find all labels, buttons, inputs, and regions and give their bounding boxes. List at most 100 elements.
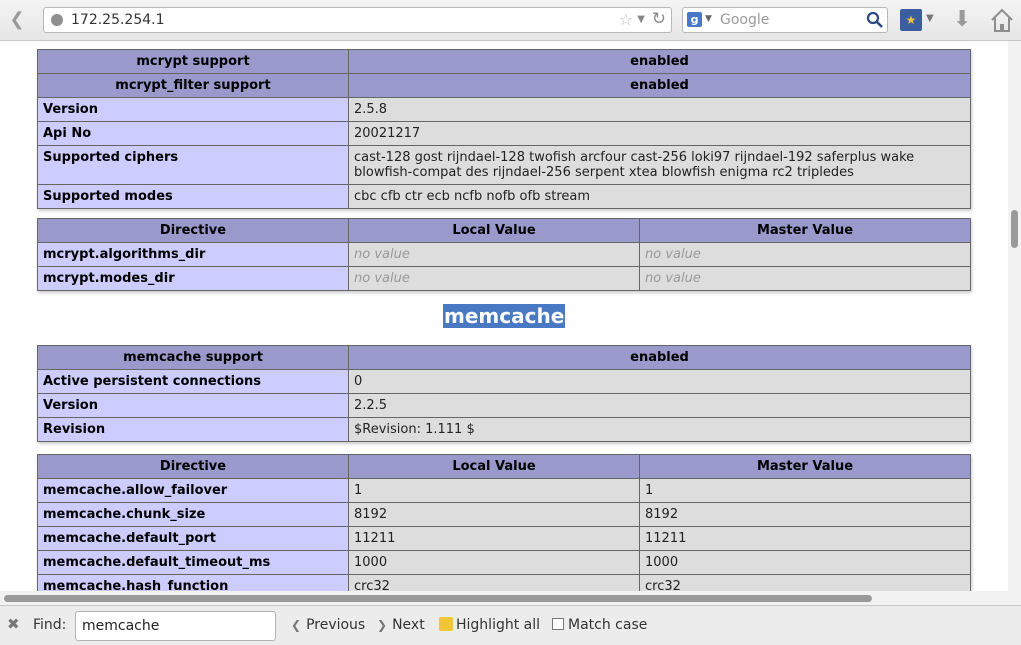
table-row: mcrypt support enabled bbox=[37, 49, 971, 74]
find-label: Find: bbox=[33, 617, 67, 633]
memcache-directive-table: Directive Local Value Master Value memca… bbox=[37, 454, 971, 591]
row-value: $Revision: 1.111 $ bbox=[348, 417, 971, 442]
master-value: 11211 bbox=[639, 526, 971, 551]
row-label: Version bbox=[37, 97, 349, 122]
column-header: Master Value bbox=[639, 454, 971, 479]
table-row: memcache.chunk_size 8192 8192 bbox=[37, 502, 971, 527]
local-value: no value bbox=[348, 266, 640, 291]
directive-name: mcrypt.modes_dir bbox=[37, 266, 349, 291]
row-value: 2.2.5 bbox=[348, 393, 971, 418]
local-value: crc32 bbox=[348, 574, 640, 591]
table-row: mcrypt_filter support enabled bbox=[37, 73, 971, 98]
mcrypt-filter-support-value: enabled bbox=[348, 73, 971, 98]
site-identity-icon[interactable] bbox=[51, 14, 63, 26]
table-row: Supported modes cbc cfb ctr ecb ncfb nof… bbox=[37, 184, 971, 209]
mcrypt-filter-support-label: mcrypt_filter support bbox=[37, 73, 349, 98]
row-value: cast-128 gost rijndael-128 twofish arcfo… bbox=[348, 145, 971, 185]
table-row: memcache.default_port 11211 11211 bbox=[37, 526, 971, 551]
find-previous-label: Previous bbox=[306, 617, 366, 633]
directive-name: memcache.chunk_size bbox=[37, 502, 349, 527]
highlight-all-label: Highlight all bbox=[456, 617, 541, 633]
download-icon[interactable]: ⬇ bbox=[953, 7, 971, 32]
memcache-support-label: memcache support bbox=[37, 345, 349, 370]
bookmarks-icon[interactable]: ★ bbox=[900, 9, 922, 31]
table-row: Supported ciphers cast-128 gost rijndael… bbox=[37, 145, 971, 185]
column-header: Local Value bbox=[348, 218, 640, 243]
directive-name: memcache.default_port bbox=[37, 526, 349, 551]
google-engine-icon[interactable]: g bbox=[687, 12, 702, 27]
find-next-label: Next bbox=[392, 617, 425, 633]
master-value: no value bbox=[639, 242, 971, 267]
directive-name: memcache.default_timeout_ms bbox=[37, 550, 349, 575]
row-label: Supported modes bbox=[37, 184, 349, 209]
column-header: Master Value bbox=[639, 218, 971, 243]
engine-dropdown-icon[interactable]: ▼ bbox=[705, 14, 712, 24]
master-value: 1 bbox=[639, 478, 971, 503]
highlighter-icon bbox=[439, 617, 453, 631]
highlight-all-button[interactable]: Highlight all bbox=[439, 617, 540, 633]
row-label: Version bbox=[37, 393, 349, 418]
history-dropdown-icon[interactable]: ▼ bbox=[637, 14, 645, 25]
master-value: crc32 bbox=[639, 574, 971, 591]
directive-name: mcrypt.algorithms_dir bbox=[37, 242, 349, 267]
local-value: no value bbox=[348, 242, 640, 267]
row-value: cbc cfb ctr ecb ncfb nofb ofb stream bbox=[348, 184, 971, 209]
close-icon[interactable]: ✖ bbox=[7, 615, 20, 633]
find-next-button[interactable]: ❯ Next bbox=[377, 617, 425, 633]
url-bar[interactable]: 172.25.254.1 ☆ ▼ ↻ bbox=[43, 7, 672, 33]
table-row: Version 2.2.5 bbox=[37, 393, 971, 418]
master-value: 8192 bbox=[639, 502, 971, 527]
search-placeholder[interactable]: Google bbox=[720, 12, 769, 28]
master-value: no value bbox=[639, 266, 971, 291]
local-value: 8192 bbox=[348, 502, 640, 527]
checkbox-icon[interactable] bbox=[552, 618, 564, 630]
mcrypt-directive-table: Directive Local Value Master Value mcryp… bbox=[37, 218, 971, 291]
memcache-section-title[interactable]: memcache bbox=[443, 304, 566, 328]
table-row: memcache support enabled bbox=[37, 345, 971, 370]
memcache-support-value: enabled bbox=[348, 345, 971, 370]
url-text[interactable]: 172.25.254.1 bbox=[71, 12, 165, 28]
back-arrow-icon[interactable]: ❮ bbox=[4, 8, 30, 32]
row-value: 20021217 bbox=[348, 121, 971, 146]
horizontal-scroll-thumb[interactable] bbox=[4, 595, 872, 602]
table-header-row: Directive Local Value Master Value bbox=[37, 454, 971, 479]
bookmark-star-icon[interactable]: ☆ bbox=[619, 10, 633, 29]
row-value: 0 bbox=[348, 369, 971, 394]
row-label: Api No bbox=[37, 121, 349, 146]
horizontal-scrollbar[interactable] bbox=[0, 591, 1021, 605]
master-value: 1000 bbox=[639, 550, 971, 575]
find-input[interactable] bbox=[75, 611, 276, 641]
bookmarks-dropdown-icon[interactable]: ▼ bbox=[926, 13, 934, 24]
match-case-checkbox[interactable]: Match case bbox=[552, 617, 647, 633]
table-row: Api No 20021217 bbox=[37, 121, 971, 146]
table-row: Active persistent connections 0 bbox=[37, 369, 971, 394]
memcache-info-table: memcache support enabled Active persiste… bbox=[37, 345, 971, 442]
vertical-scroll-thumb[interactable] bbox=[1011, 210, 1018, 248]
chevron-right-icon: ❯ bbox=[377, 618, 388, 632]
reload-icon[interactable]: ↻ bbox=[652, 9, 666, 29]
local-value: 1 bbox=[348, 478, 640, 503]
home-icon[interactable] bbox=[989, 5, 1015, 35]
page-viewport: mcrypt support enabled mcrypt_filter sup… bbox=[0, 41, 1008, 591]
local-value: 11211 bbox=[348, 526, 640, 551]
mcrypt-info-table: mcrypt support enabled mcrypt_filter sup… bbox=[37, 49, 971, 209]
match-case-label: Match case bbox=[568, 617, 648, 633]
table-row: Revision $Revision: 1.111 $ bbox=[37, 417, 971, 442]
directive-name: memcache.hash_function bbox=[37, 574, 349, 591]
chevron-left-icon: ❮ bbox=[291, 618, 302, 632]
directive-name: memcache.allow_failover bbox=[37, 478, 349, 503]
table-row: Version 2.5.8 bbox=[37, 97, 971, 122]
find-previous-button[interactable]: ❮ Previous bbox=[291, 617, 365, 633]
table-row: memcache.default_timeout_ms 1000 1000 bbox=[37, 550, 971, 575]
vertical-scrollbar[interactable] bbox=[1008, 41, 1021, 591]
row-label: Supported ciphers bbox=[37, 145, 349, 185]
table-header-row: Directive Local Value Master Value bbox=[37, 218, 971, 243]
browser-toolbar: ❮ 172.25.254.1 ☆ ▼ ↻ g ▼ Google ★ ▼ ⬇ bbox=[0, 0, 1021, 41]
mcrypt-support-value: enabled bbox=[348, 49, 971, 74]
table-row: mcrypt.modes_dir no value no value bbox=[37, 266, 971, 291]
search-bar[interactable]: g ▼ Google bbox=[682, 7, 888, 33]
column-header: Directive bbox=[37, 218, 349, 243]
search-icon[interactable] bbox=[866, 11, 884, 29]
row-label: Active persistent connections bbox=[37, 369, 349, 394]
row-value: 2.5.8 bbox=[348, 97, 971, 122]
